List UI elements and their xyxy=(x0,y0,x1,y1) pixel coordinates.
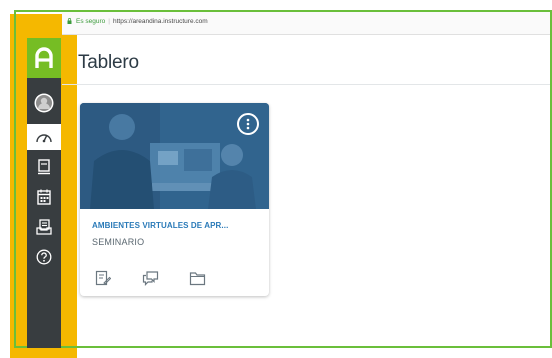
calendar-icon xyxy=(37,189,51,205)
url-value: https://areandina.instructure.com xyxy=(112,18,208,25)
help-icon xyxy=(36,249,52,265)
courses-icon xyxy=(38,159,50,175)
files-icon xyxy=(189,271,205,285)
discussions-button[interactable] xyxy=(141,269,159,287)
course-card-image[interactable] xyxy=(80,103,269,209)
nav-item-inbox[interactable] xyxy=(27,214,61,240)
assignments-icon xyxy=(95,270,111,286)
address-bar[interactable]: Es seguro | https://areandina.instructure.… xyxy=(62,12,550,35)
canvas-logo[interactable] xyxy=(27,38,61,78)
nav-item-help[interactable] xyxy=(27,244,61,270)
global-navigation xyxy=(27,38,61,348)
account-avatar-icon xyxy=(34,93,54,113)
discussions-icon xyxy=(142,271,158,286)
nav-item-courses[interactable] xyxy=(27,154,61,180)
files-button[interactable] xyxy=(188,269,206,287)
nav-item-calendar[interactable] xyxy=(27,184,61,210)
course-name-link[interactable]: AMBIENTES VIRTUALES DE APR... xyxy=(92,221,228,230)
secure-label: Es seguro xyxy=(76,18,106,25)
page-title: Tablero xyxy=(78,52,139,73)
header-divider xyxy=(62,84,550,85)
course-card[interactable]: AMBIENTES VIRTUALES DE APR... SEMINARIO xyxy=(80,103,269,296)
card-options-button[interactable] xyxy=(237,113,259,135)
logo-icon xyxy=(35,47,53,68)
kebab-menu-icon xyxy=(246,118,250,130)
assignments-button[interactable] xyxy=(94,269,112,287)
nav-item-account[interactable] xyxy=(27,90,61,116)
course-term: SEMINARIO xyxy=(92,237,145,247)
lock-icon xyxy=(67,18,72,24)
dashboard-icon xyxy=(36,134,52,143)
nav-item-dashboard[interactable] xyxy=(27,124,61,150)
url-text: Es seguro | https://areandina.instructure.… xyxy=(76,18,208,25)
inbox-icon xyxy=(36,219,52,235)
